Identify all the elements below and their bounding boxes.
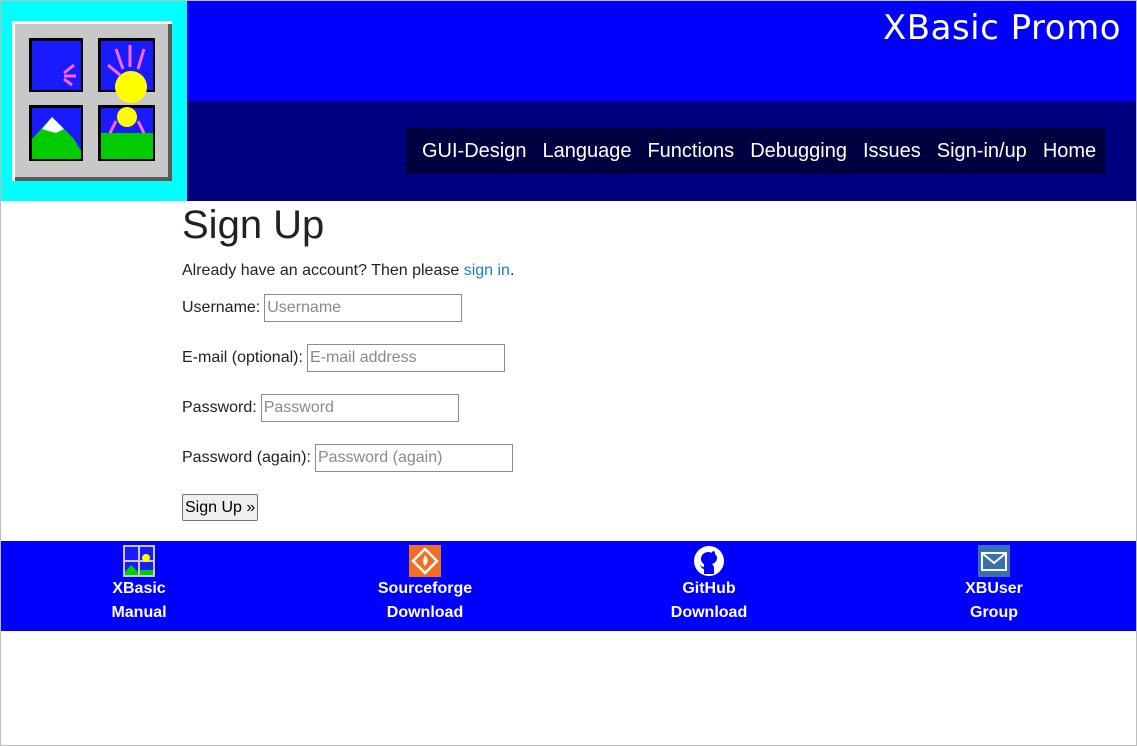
- username-label: Username:: [182, 299, 261, 316]
- password-label: Password:: [182, 399, 257, 416]
- username-row: Username:: [182, 294, 882, 322]
- password-input[interactable]: [260, 394, 459, 422]
- github-icon: [693, 545, 725, 577]
- sourceforge-icon: [409, 545, 441, 577]
- email-row: E-mail (optional):: [182, 344, 882, 372]
- sign-in-link[interactable]: sign in: [464, 262, 510, 279]
- footer-link-line2: Download: [386, 604, 464, 621]
- footer-link-xbuser-group[interactable]: XBUser Group: [914, 545, 1074, 625]
- nav-item-language[interactable]: Language: [534, 140, 639, 163]
- footer-link-line1: Sourceforge: [377, 580, 473, 597]
- logo-area: [0, 0, 187, 201]
- nav-item-functions[interactable]: Functions: [639, 140, 742, 163]
- signup-form: Username: E-mail (optional): Password: P…: [182, 294, 882, 521]
- password-again-input[interactable]: [314, 444, 513, 472]
- footer-link-line2: Group: [970, 604, 1018, 621]
- site-title: XBasic Promo: [883, 8, 1121, 48]
- footer-link-line2: Manual: [111, 604, 167, 621]
- nav-menu: GUI-Design Language Functions Debugging …: [406, 128, 1106, 174]
- navigation-bar: GUI-Design Language Functions Debugging …: [187, 101, 1137, 201]
- password-again-row: Password (again):: [182, 444, 882, 472]
- email-label: E-mail (optional):: [182, 349, 303, 366]
- footer: XBasic Manual Sourceforge Download GitHu…: [0, 541, 1137, 631]
- footer-link-sourceforge[interactable]: Sourceforge Download: [345, 545, 505, 625]
- xbasic-manual-icon: [123, 545, 155, 577]
- footer-link-line1: XBasic: [112, 580, 166, 597]
- nav-item-issues[interactable]: Issues: [855, 140, 929, 163]
- nav-item-home[interactable]: Home: [1035, 140, 1104, 163]
- page-title: Sign Up: [182, 203, 325, 247]
- password-row: Password:: [182, 394, 882, 422]
- nav-item-gui-design[interactable]: GUI-Design: [414, 140, 534, 163]
- footer-link-xbasic-manual[interactable]: XBasic Manual: [59, 545, 219, 625]
- xbasic-logo-icon[interactable]: [12, 21, 172, 181]
- title-bar: XBasic Promo: [187, 0, 1137, 101]
- password-again-label: Password (again):: [182, 449, 311, 466]
- signin-prompt-suffix: .: [509, 262, 515, 279]
- signin-prompt-text: Already have an account? Then please: [182, 262, 464, 279]
- nav-item-sign-in-up[interactable]: Sign-in/up: [929, 140, 1035, 163]
- signup-content: Sign Up Already have an account? Then pl…: [182, 201, 882, 521]
- footer-link-line2: Download: [670, 604, 748, 621]
- footer-link-github[interactable]: GitHub Download: [629, 545, 789, 625]
- username-input[interactable]: [264, 294, 463, 322]
- nav-item-debugging[interactable]: Debugging: [742, 140, 855, 163]
- signin-prompt: Already have an account? Then please sig…: [182, 262, 882, 280]
- sign-up-button[interactable]: Sign Up »: [182, 494, 259, 521]
- footer-link-line1: GitHub: [682, 580, 736, 597]
- submit-row: Sign Up »: [182, 494, 882, 521]
- footer-link-line1: XBUser: [965, 580, 1023, 597]
- mail-group-icon: [978, 545, 1010, 577]
- email-input[interactable]: [306, 344, 505, 372]
